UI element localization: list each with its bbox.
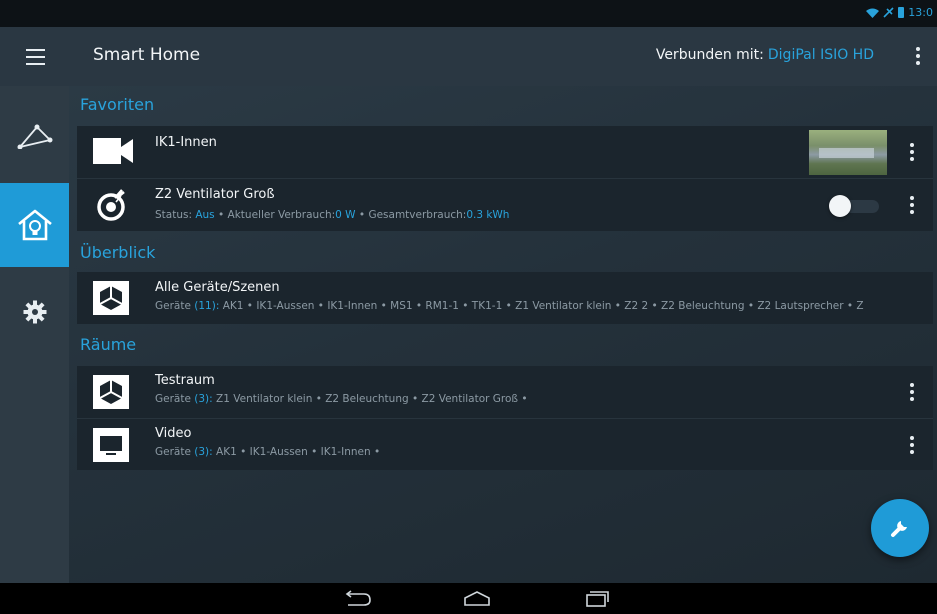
home-bulb-icon xyxy=(17,209,52,241)
devices-list: Z1 Ventilator klein • Z2 Beleuchtung • Z… xyxy=(216,393,528,405)
status-label: Status: xyxy=(155,209,192,221)
section-title-favorites: Favoriten xyxy=(80,95,155,114)
app-title: Smart Home xyxy=(93,45,201,65)
devices-label: Geräte xyxy=(155,300,191,312)
room-devices-line: Geräte (3): Z1 Ventilator klein • Z2 Bel… xyxy=(155,393,890,405)
recents-button[interactable] xyxy=(580,589,614,609)
wrench-icon xyxy=(891,521,907,537)
wifi-icon xyxy=(866,8,880,18)
home-outline-icon xyxy=(464,591,490,606)
home-button[interactable] xyxy=(460,589,494,609)
tools-fab-button[interactable] xyxy=(871,499,929,557)
item-overflow-icon[interactable] xyxy=(909,382,915,402)
total-value: 0.3 kWh xyxy=(466,209,510,221)
side-navigation xyxy=(0,86,69,583)
system-navigation-bar xyxy=(0,583,937,614)
usage-value: 0 W xyxy=(335,209,356,221)
overflow-menu-icon[interactable] xyxy=(915,45,921,67)
overview-item-all-devices[interactable]: Alle Geräte/Szenen Geräte (11): AK1 • IK… xyxy=(77,272,933,324)
section-title-rooms: Räume xyxy=(80,335,137,354)
room-item-testraum[interactable]: Testraum Geräte (3): Z1 Ventilator klein… xyxy=(77,366,933,418)
tv-icon xyxy=(93,428,129,462)
connected-device-link[interactable]: DigiPal ISIO HD xyxy=(768,47,874,63)
recent-apps-icon xyxy=(586,591,609,607)
main-content: Favoriten IK1-Innen Z2 Ventilator Groß S… xyxy=(69,86,937,583)
status-value: Aus xyxy=(195,209,215,221)
devices-count: (3): xyxy=(194,393,213,405)
room-devices-line: Geräte (3): AK1 • IK1-Aussen • IK1-Innen… xyxy=(155,446,890,458)
back-button[interactable] xyxy=(340,589,374,609)
overview-devices-line: Geräte (11): AK1 • IK1-Aussen • IK1-Inne… xyxy=(155,300,905,312)
favorite-name: IK1-Innen xyxy=(155,135,217,150)
total-label: Gesamtverbrauch: xyxy=(368,209,467,221)
overview-name: Alle Geräte/Szenen xyxy=(155,280,280,295)
connection-status: Verbunden mit: DigiPal ISIO HD xyxy=(656,47,874,63)
favorite-status-line: Status: Aus • Aktueller Verbrauch:0 W • … xyxy=(155,209,510,221)
room-name: Video xyxy=(155,426,192,441)
gear-icon xyxy=(23,300,46,324)
cube-icon xyxy=(93,281,129,315)
item-overflow-icon[interactable] xyxy=(909,195,915,215)
devices-label: Geräte xyxy=(155,446,191,458)
room-name: Testraum xyxy=(155,373,215,388)
switch-knob xyxy=(829,195,851,217)
status-bar: 13:0 xyxy=(0,0,937,27)
cube-icon xyxy=(93,375,129,409)
favorite-name: Z2 Ventilator Groß xyxy=(155,187,275,202)
nav-settings[interactable] xyxy=(0,272,69,352)
status-icons: 13:0 xyxy=(866,6,933,19)
hamburger-menu-icon[interactable] xyxy=(26,49,45,65)
favorite-item-ik1-innen[interactable]: IK1-Innen xyxy=(77,126,933,178)
battery-icon xyxy=(898,7,905,18)
network-icon xyxy=(17,124,52,149)
camera-preview-image[interactable] xyxy=(809,130,887,175)
devices-list: AK1 • IK1-Aussen • IK1-Innen • MS1 • RM1… xyxy=(222,300,864,312)
back-arrow-icon xyxy=(345,590,371,606)
devices-label: Geräte xyxy=(155,393,191,405)
devices-count: (11): xyxy=(194,300,220,312)
camera-icon xyxy=(93,136,133,168)
airplane-icon xyxy=(883,7,894,18)
devices-list: AK1 • IK1-Aussen • IK1-Innen • xyxy=(216,446,381,458)
item-overflow-icon[interactable] xyxy=(909,435,915,455)
status-time: 13:0 xyxy=(908,6,933,19)
power-switch[interactable] xyxy=(829,195,883,217)
connected-label: Verbunden mit: xyxy=(655,47,764,63)
item-overflow-icon[interactable] xyxy=(909,142,915,162)
nav-network[interactable] xyxy=(0,96,69,176)
fan-socket-icon xyxy=(93,188,133,221)
section-title-overview: Überblick xyxy=(80,243,156,262)
devices-count: (3): xyxy=(194,446,213,458)
app-bar: Smart Home Verbunden mit: DigiPal ISIO HD xyxy=(0,27,937,86)
nav-home[interactable] xyxy=(0,183,69,267)
room-item-video[interactable]: Video Geräte (3): AK1 • IK1-Aussen • IK1… xyxy=(77,418,933,470)
usage-label: Aktueller Verbrauch: xyxy=(227,209,336,221)
favorite-item-z2-ventilator[interactable]: Z2 Ventilator Groß Status: Aus • Aktuell… xyxy=(77,178,933,231)
